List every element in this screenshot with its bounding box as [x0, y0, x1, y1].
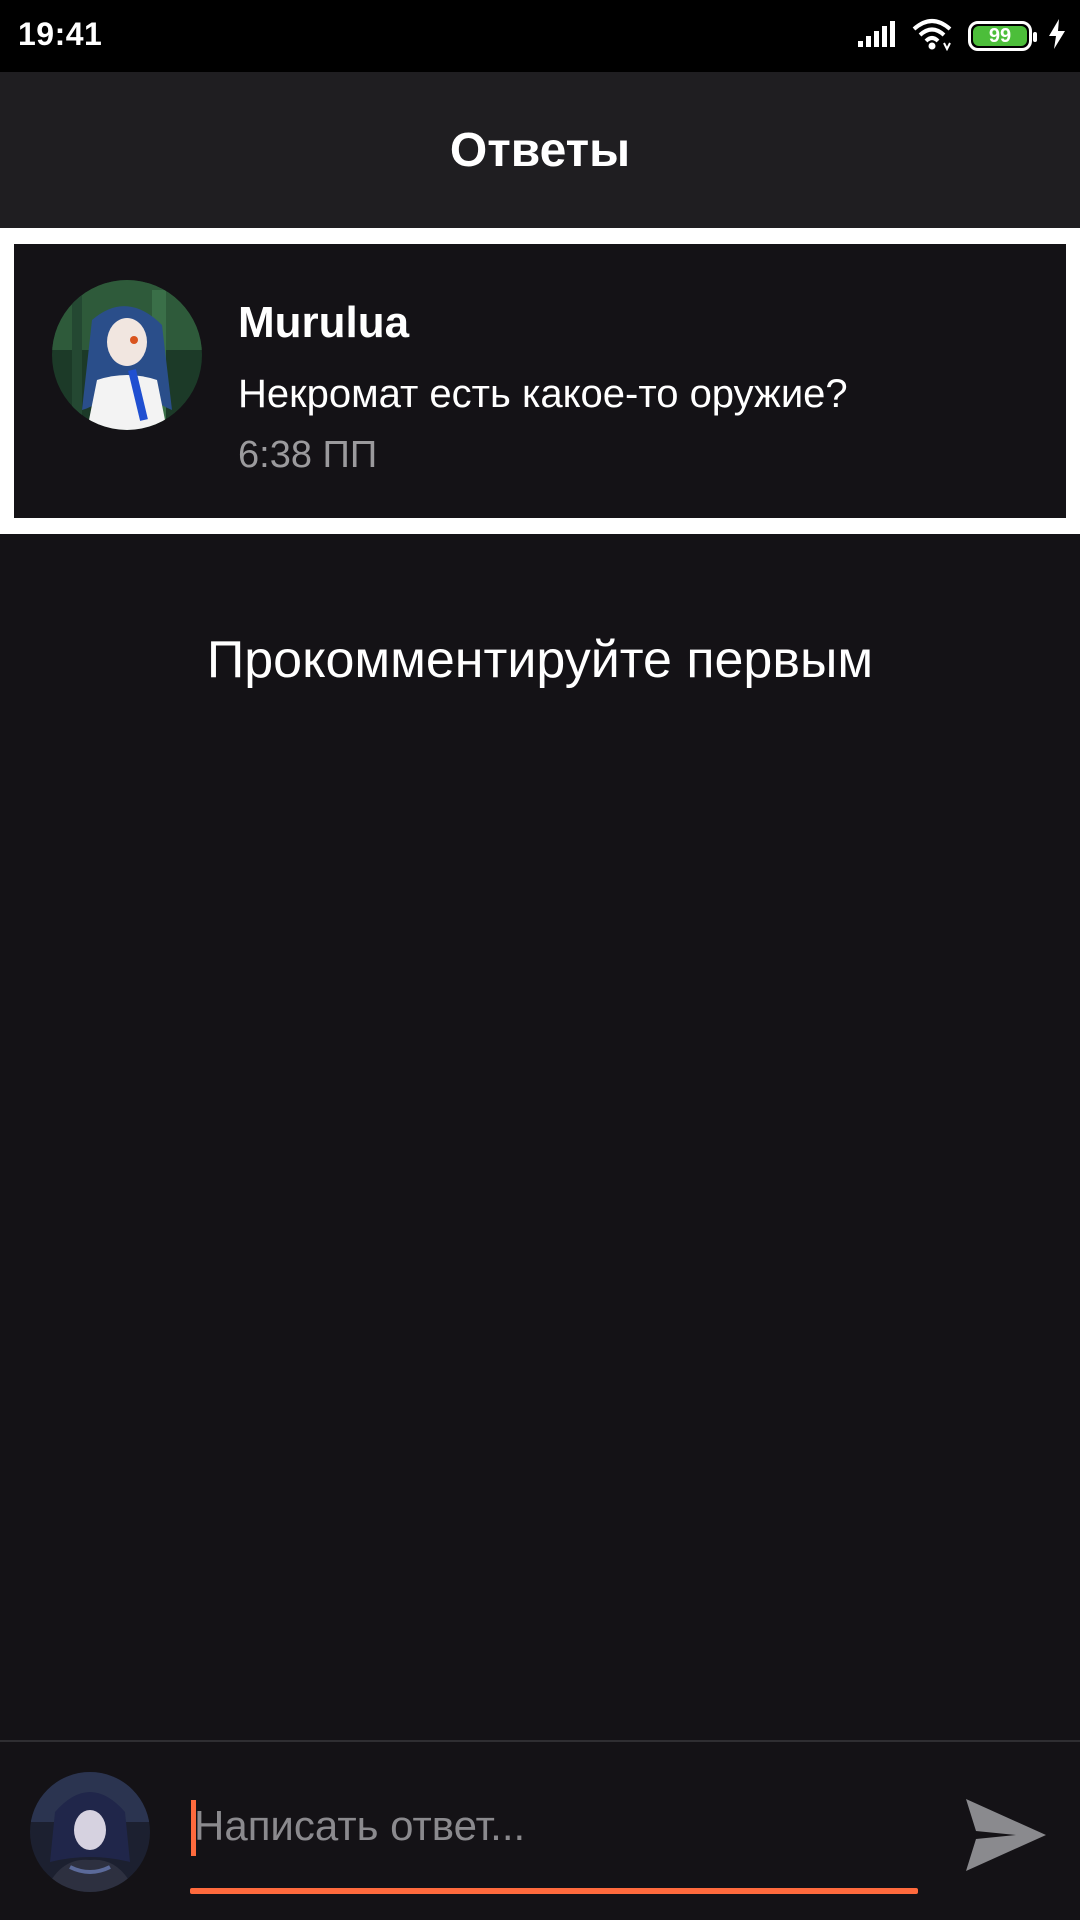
- reply-input[interactable]: [190, 1786, 918, 1866]
- thread-message: Некромат есть какое-то оружие?: [238, 372, 848, 416]
- status-icons: 99: [856, 18, 1068, 54]
- thread-card[interactable]: Murulua Некромат есть какое-то оружие? 6…: [14, 244, 1066, 518]
- text-cursor: [191, 1800, 196, 1856]
- empty-state-text: Прокомментируйте первым: [206, 631, 874, 689]
- author-name[interactable]: Murulua: [238, 298, 409, 348]
- battery-level: 99: [973, 25, 1027, 47]
- send-icon: [962, 1795, 1048, 1880]
- author-avatar[interactable]: [52, 280, 202, 430]
- send-button[interactable]: [960, 1792, 1050, 1882]
- battery-icon: 99: [968, 21, 1037, 51]
- wifi-icon: [910, 17, 954, 56]
- signal-icon: [856, 19, 896, 54]
- reply-bar: [0, 1740, 1080, 1920]
- charging-icon: [1046, 18, 1068, 55]
- page-title: Ответы: [449, 123, 631, 177]
- input-underline: [190, 1888, 918, 1894]
- thread-container: Murulua Некромат есть какое-то оружие? 6…: [0, 228, 1080, 534]
- status-time: 19:41: [18, 16, 103, 52]
- app-header: Ответы: [0, 72, 1080, 228]
- thread-timestamp: 6:38 ПП: [238, 434, 378, 476]
- my-avatar[interactable]: [30, 1772, 150, 1892]
- status-bar: 19:41 99: [0, 0, 1080, 72]
